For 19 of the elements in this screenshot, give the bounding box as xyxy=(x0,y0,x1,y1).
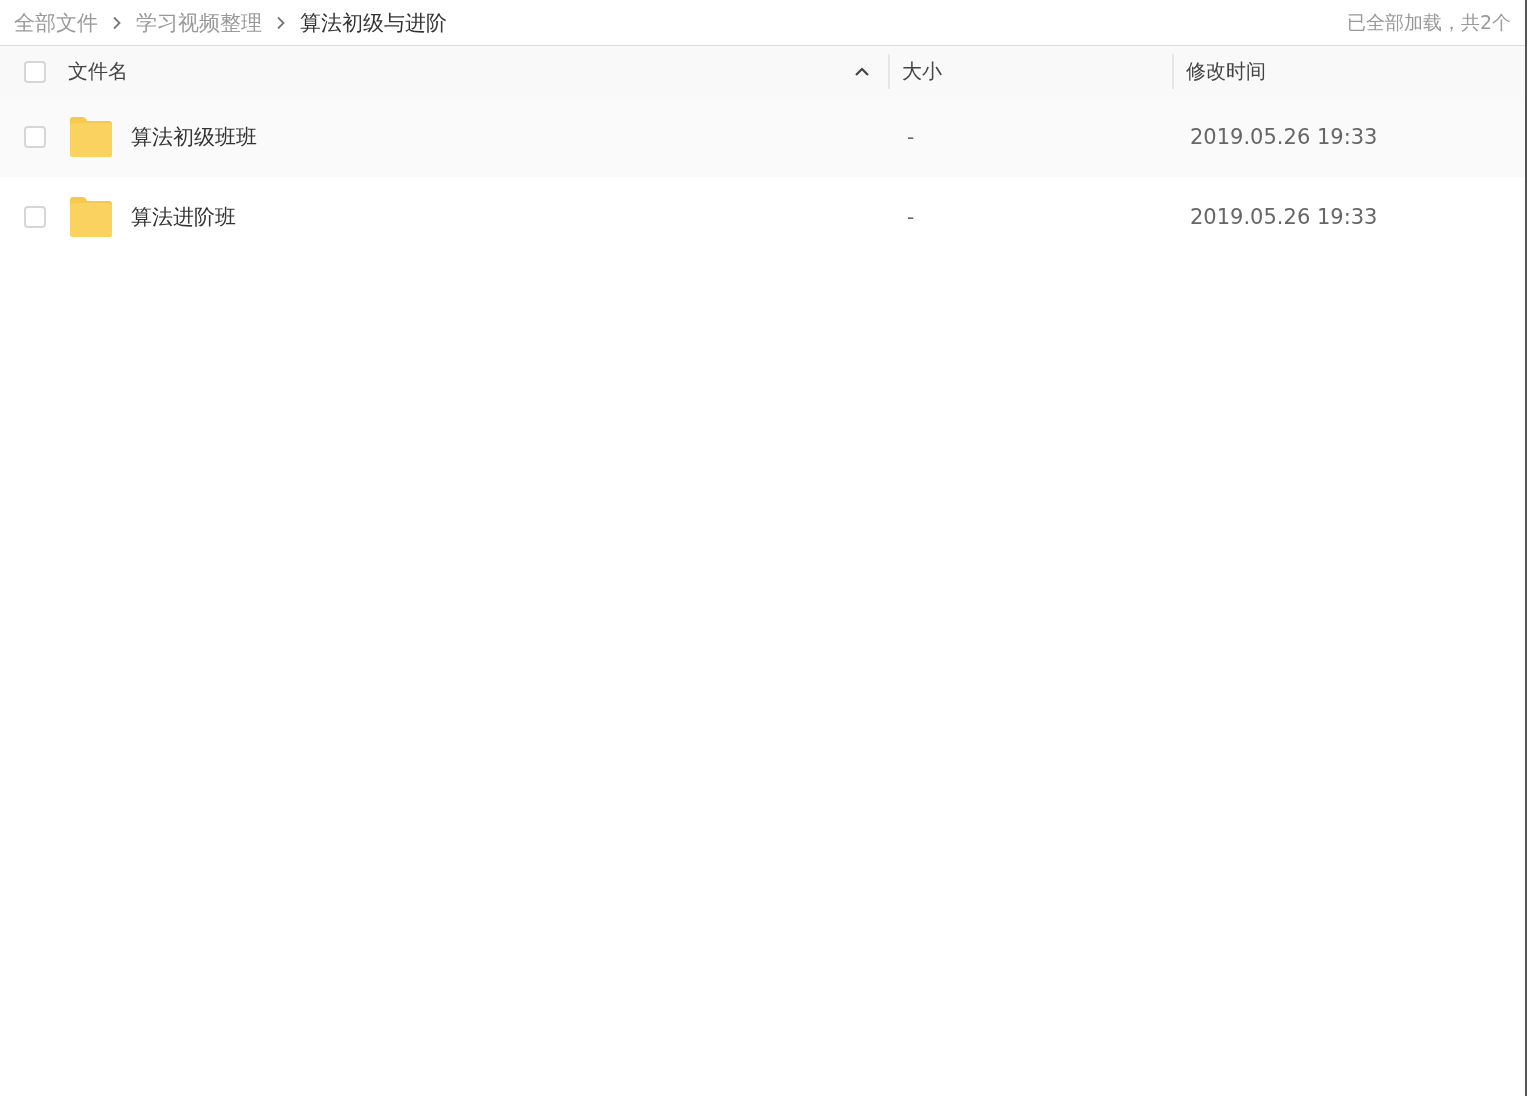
modified-time: 2019.05.26 19:33 xyxy=(1190,205,1378,229)
chevron-right-icon xyxy=(112,15,122,30)
checkbox[interactable] xyxy=(24,206,46,228)
column-header[interactable]: 文件名 xyxy=(68,58,128,85)
breadcrumb-link[interactable]: 算法初级与进阶 xyxy=(300,8,447,37)
column-header[interactable]: 大小 xyxy=(902,58,942,85)
chevron-right-icon xyxy=(276,15,286,30)
checkbox[interactable] xyxy=(24,126,46,148)
modified-time: 2019.05.26 19:33 xyxy=(1190,125,1378,149)
file-name[interactable]: 算法进阶班 xyxy=(131,203,236,231)
folder-icon xyxy=(70,117,112,157)
file-size: - xyxy=(907,125,915,149)
table-row[interactable]: 算法初级班班 - 2019.05.26 19:33 xyxy=(0,97,1525,177)
file-size: - xyxy=(907,205,915,229)
file-name[interactable]: 算法初级班班 xyxy=(131,123,257,151)
folder-icon xyxy=(70,197,112,237)
checkbox[interactable] xyxy=(24,60,46,83)
load-status: 已全部加载，共2个 xyxy=(1346,9,1511,35)
column-header[interactable]: 修改时间 xyxy=(1186,58,1266,85)
